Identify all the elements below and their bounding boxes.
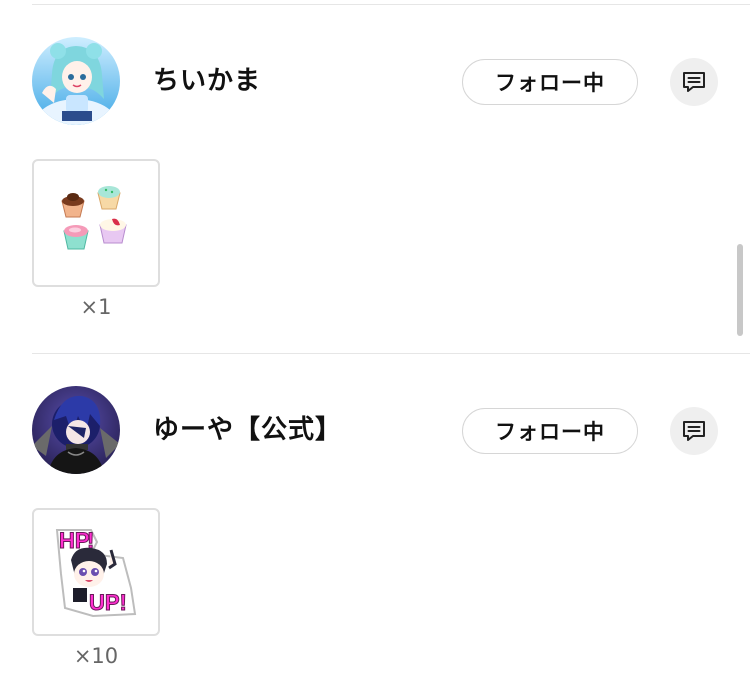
gift-count: ×10 (73, 644, 119, 668)
username[interactable]: ゆーや【公式】 (153, 413, 342, 447)
list-item: ちいかま フォロー中 ×1 (0, 37, 750, 357)
message-button[interactable] (670, 407, 718, 455)
gift-thumbnail[interactable]: HP ! UP! (32, 508, 160, 636)
gift-senders-list: ちいかま フォロー中 ×1 ゆーや【公式】 フォロー中 HP ! UP! ×10 (0, 0, 750, 698)
hp-up-sticker-gift-icon: HP ! UP! (55, 528, 137, 618)
top-divider (32, 4, 750, 5)
avatar[interactable] (32, 386, 120, 474)
message-icon (683, 421, 705, 441)
following-button[interactable]: フォロー中 (462, 59, 638, 105)
message-icon (683, 72, 705, 92)
following-button[interactable]: フォロー中 (462, 408, 638, 454)
svg-text:UP!: UP! (89, 590, 127, 615)
list-item: ゆーや【公式】 フォロー中 HP ! UP! ×10 (0, 386, 750, 698)
anime-girl-avatar (32, 37, 120, 125)
username[interactable]: ちいかま (153, 64, 261, 98)
pudding-cups-gift-icon (61, 186, 127, 250)
scrollbar[interactable] (737, 244, 743, 336)
entry-divider (32, 353, 750, 354)
message-button[interactable] (670, 58, 718, 106)
gift-thumbnail[interactable] (32, 159, 160, 287)
anime-boy-avatar (32, 386, 120, 474)
avatar[interactable] (32, 37, 120, 125)
gift-count: ×1 (80, 295, 112, 319)
